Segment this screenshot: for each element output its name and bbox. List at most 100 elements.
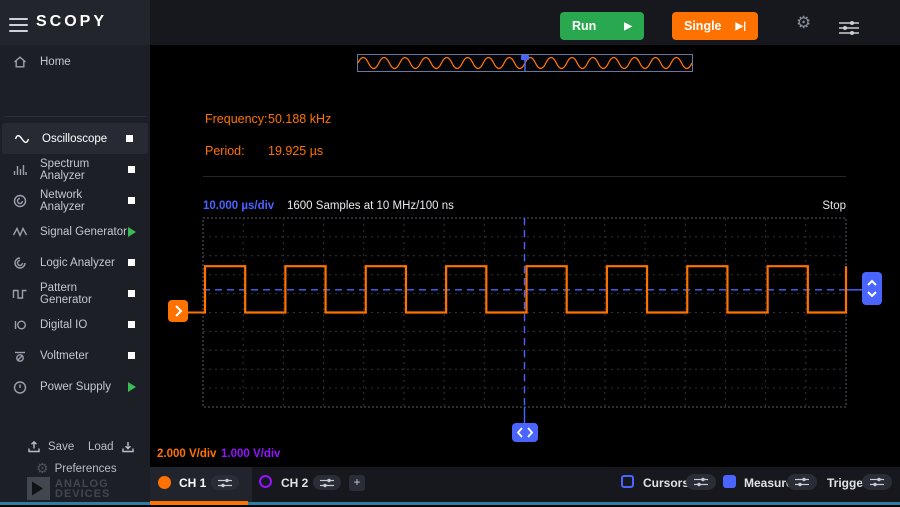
voltmeter-icon bbox=[12, 348, 28, 364]
tool-stop-icon[interactable] bbox=[128, 166, 135, 173]
gear-icon[interactable]: ⚙ bbox=[796, 13, 811, 33]
sidebar-item-signal-generator[interactable]: Signal Generator bbox=[0, 216, 150, 247]
sidebar-item-spectrum-analyzer[interactable]: Spectrum Analyzer bbox=[0, 154, 150, 185]
run-button-label: Run bbox=[572, 19, 596, 33]
sidebar-item-network-analyzer[interactable]: Network Analyzer bbox=[0, 185, 150, 216]
logic-analyzer-icon bbox=[12, 255, 28, 271]
sidebar-item-home[interactable]: Home bbox=[0, 50, 150, 74]
app-logo: SCOPY bbox=[36, 13, 107, 31]
bottom-accent-line bbox=[0, 502, 900, 505]
add-channel-button[interactable]: + bbox=[349, 475, 365, 491]
ch1-scale-label[interactable]: 2.000 V/div bbox=[157, 448, 216, 460]
frequency-label: Frequency: bbox=[205, 112, 268, 126]
sidebar-item-label: Logic Analyzer bbox=[40, 257, 128, 269]
signal-generator-icon bbox=[12, 224, 28, 240]
cursors-settings-sliders-icon bbox=[693, 477, 709, 487]
scopy-app: SCOPY Run ▶ Single ▶| ⚙ Home Oscilloscop… bbox=[0, 0, 900, 507]
save-label: Save bbox=[48, 441, 74, 453]
sidebar-item-label: Home bbox=[40, 56, 150, 68]
sidebar-item-label: Digital IO bbox=[40, 319, 128, 331]
analog-devices-logo: ANALOG DEVICES bbox=[27, 477, 110, 500]
tool-stop-icon[interactable] bbox=[128, 352, 135, 359]
sidebar-item-label: Voltmeter bbox=[40, 350, 128, 362]
load-button[interactable]: Load bbox=[88, 439, 136, 455]
spectrum-analyzer-icon bbox=[12, 162, 28, 178]
cursors-settings-pill[interactable] bbox=[686, 474, 716, 490]
sidebar-item-label: Network Analyzer bbox=[40, 189, 128, 213]
ch2-scale-label[interactable]: 1.000 V/div bbox=[221, 448, 280, 460]
ch2-color-ring[interactable] bbox=[259, 475, 272, 488]
preferences-button[interactable]: ⚙ Preferences bbox=[36, 460, 117, 477]
measure-checkbox[interactable] bbox=[723, 475, 736, 488]
save-button[interactable]: Save bbox=[26, 439, 74, 455]
tool-play-icon[interactable] bbox=[128, 382, 136, 392]
tool-stop-icon[interactable] bbox=[128, 321, 135, 328]
period-label: Period: bbox=[205, 144, 245, 158]
preferences-label: Preferences bbox=[55, 463, 117, 475]
tab-ch2[interactable]: CH 2 bbox=[281, 476, 308, 490]
ch2-settings-pill[interactable] bbox=[313, 475, 341, 490]
load-label: Load bbox=[88, 441, 114, 453]
oscilloscope-icon bbox=[14, 131, 30, 147]
sidebar-item-digital-io[interactable]: Digital IO bbox=[0, 309, 150, 340]
sidebar: Home Oscilloscope Spectrum Analyzer Netw… bbox=[0, 45, 150, 502]
cursors-checkbox[interactable] bbox=[621, 475, 634, 488]
top-bar: SCOPY Run ▶ Single ▶| ⚙ bbox=[0, 0, 900, 45]
tool-play-icon[interactable] bbox=[128, 227, 136, 237]
brand-line2: DEVICES bbox=[55, 489, 110, 499]
frequency-value: 50.188 kHz bbox=[268, 112, 331, 126]
ch1-settings-sliders-icon bbox=[217, 478, 233, 488]
cursors-label[interactable]: Cursors bbox=[643, 476, 689, 490]
pattern-generator-icon bbox=[12, 286, 28, 302]
measure-settings-pill[interactable] bbox=[787, 474, 817, 490]
sidebar-item-logic-analyzer[interactable]: Logic Analyzer bbox=[0, 247, 150, 278]
analog-devices-triangle-icon bbox=[27, 477, 50, 500]
measure-label[interactable]: Measure bbox=[744, 476, 793, 490]
tool-stop-icon[interactable] bbox=[128, 259, 135, 266]
preferences-gear-icon: ⚙ bbox=[36, 460, 49, 477]
ch1-color-dot[interactable] bbox=[158, 476, 171, 489]
ch1-offset-handle[interactable] bbox=[168, 300, 188, 322]
sidebar-item-label: Spectrum Analyzer bbox=[40, 158, 128, 182]
skip-icon: ▶| bbox=[736, 21, 747, 32]
home-icon bbox=[12, 54, 28, 70]
sliders-icon[interactable] bbox=[838, 20, 860, 36]
play-icon: ▶ bbox=[624, 21, 632, 32]
tool-stop-icon[interactable] bbox=[128, 290, 135, 297]
sidebar-item-label: Oscilloscope bbox=[42, 133, 126, 145]
sidebar-divider bbox=[4, 116, 146, 117]
tool-stop-icon[interactable] bbox=[128, 197, 135, 204]
trigger-settings-sliders-icon bbox=[869, 477, 885, 487]
load-icon bbox=[120, 439, 136, 455]
sidebar-item-label: Pattern Generator bbox=[40, 282, 128, 306]
digital-io-icon bbox=[12, 317, 28, 333]
chevron-right-icon bbox=[168, 300, 188, 322]
save-icon bbox=[26, 439, 42, 455]
brand-line1: ANALOG bbox=[55, 479, 110, 489]
hamburger-menu-icon[interactable] bbox=[9, 14, 28, 36]
oscilloscope-plot[interactable] bbox=[150, 200, 900, 460]
tool-stop-icon[interactable] bbox=[126, 135, 133, 142]
measurements-divider bbox=[203, 176, 846, 177]
sidebar-item-voltmeter[interactable]: Voltmeter bbox=[0, 340, 150, 371]
trigger-level-handle[interactable] bbox=[862, 272, 882, 305]
sidebar-item-oscilloscope[interactable]: Oscilloscope bbox=[2, 123, 148, 154]
run-button[interactable]: Run ▶ bbox=[560, 12, 644, 40]
ch1-settings-pill[interactable] bbox=[211, 475, 239, 490]
sidebar-item-pattern-generator[interactable]: Pattern Generator bbox=[0, 278, 150, 309]
network-analyzer-icon bbox=[12, 193, 28, 209]
single-button[interactable]: Single ▶| bbox=[672, 12, 758, 40]
chevron-up-down-icon bbox=[862, 272, 882, 305]
power-supply-icon bbox=[12, 379, 28, 395]
trigger-settings-pill[interactable] bbox=[862, 474, 892, 490]
sweep-preview[interactable] bbox=[357, 54, 693, 72]
trigger-position-handle[interactable] bbox=[512, 423, 538, 442]
chevron-left-right-icon bbox=[512, 423, 538, 442]
sidebar-item-label: Power Supply bbox=[40, 381, 128, 393]
measure-settings-sliders-icon bbox=[794, 477, 810, 487]
single-button-label: Single bbox=[684, 19, 722, 33]
period-value: 19.925 µs bbox=[268, 144, 323, 158]
sidebar-item-power-supply[interactable]: Power Supply bbox=[0, 371, 150, 402]
ch2-settings-sliders-icon bbox=[319, 478, 335, 488]
ch1-tab-label[interactable]: CH 1 bbox=[179, 476, 206, 490]
